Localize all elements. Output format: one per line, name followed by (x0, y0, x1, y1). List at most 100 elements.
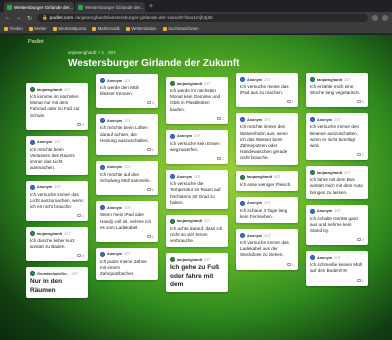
post-card[interactable]: tanjaenghardt 20T Ich dusche lieber kurz a… (26, 227, 88, 262)
post-time: 20T (194, 174, 201, 179)
user-avatar-icon (30, 87, 35, 92)
url-host: padlet.com (49, 15, 74, 21)
post-time: 20T (204, 81, 211, 86)
post-card[interactable]: Anonym 20T Wenn mein iPad oder Handy voll … (96, 201, 158, 242)
bookmark-icon (4, 26, 8, 31)
post-comments[interactable]: 1 (100, 147, 154, 152)
post-card[interactable]: Anonym 20T Ich schalte Geräte ganz aus und… (306, 204, 368, 246)
post-card[interactable]: Anonym 20T Ich möchte auf den Schulweg Mül… (96, 160, 158, 196)
back-icon[interactable]: ← (4, 15, 11, 21)
post-header: Anonym 20T (240, 117, 294, 123)
post-column-3: tanjaenghardt 20T Ich werde im nächsten Mo… (166, 77, 228, 292)
new-tab-icon[interactable]: + (149, 2, 153, 12)
bookmark-item[interactable]: Wetterstation (125, 26, 157, 31)
board-title: Westersburger Girlande der Zukunft (68, 58, 240, 69)
post-header: Anonym 20T (30, 139, 84, 145)
bookmark-item[interactable]: Suchmaschinen (162, 26, 199, 31)
post-card[interactable]: Anonym 20T Ich möchte beim Lüften darauf a… (96, 114, 158, 155)
post-card[interactable]: Anonym 20T Ich möchte immer den Wasserhahn… (236, 113, 298, 165)
post-header: tanjaenghardt 20T (240, 174, 294, 180)
post-comments[interactable]: 4 (100, 100, 154, 105)
comment-icon (76, 122, 81, 126)
post-card[interactable]: tanjaenghardt 20T Ich erzähle mich eine Wo… (306, 73, 368, 108)
post-card[interactable]: Anonym 20T Ich versuche kein Essen wegzuwe… (166, 129, 228, 165)
anonymous-avatar-icon (170, 133, 175, 139)
bookmark-item[interactable]: Wetter (28, 26, 47, 31)
post-text: Ich komme im nächsten Monat nur mit dem … (30, 94, 80, 118)
post-time: 20T (54, 185, 61, 189)
anonymous-avatar-icon (170, 174, 175, 180)
post-card[interactable]: Anonym 20T Ich versuche die Temperatur im … (166, 170, 228, 209)
comment-icon (146, 188, 151, 192)
post-comments[interactable]: 4 (30, 122, 84, 127)
post-author: Anonym (107, 118, 123, 123)
post-time: 20T (64, 231, 71, 236)
post-card[interactable]: Anonym 20T Ich schmeiße keinen Müll auf de… (306, 251, 368, 286)
comment-icon (286, 100, 291, 104)
post-text: Ich versuche die Temperatur im Raum auf … (170, 181, 221, 205)
post-card[interactable]: Anonym 20T Ich versuche immer das Ladekabe… (236, 229, 298, 270)
post-card[interactable]: Anonym 20T Ich versuche immer das Licht au… (26, 180, 88, 222)
post-card[interactable]: Anonym 20T Ich werde den Müll blesser tren… (96, 74, 158, 109)
post-comments[interactable]: 1 (100, 187, 154, 192)
post-card[interactable]: Anonym 20T Ich putze meine Zähne mit einem… (96, 247, 158, 281)
extension-icon[interactable] (372, 15, 378, 21)
post-author: Anonym (107, 252, 123, 257)
post-card[interactable]: tanjaenghardt 20T Ich gehe zu Fuß oder fah… (166, 253, 228, 292)
post-comments[interactable]: 1 (240, 262, 294, 267)
address-bar-row: ← → ↻ 🔒 padlet.com/anjasenghardt/westers… (0, 12, 392, 24)
post-author: Anonym (177, 174, 193, 179)
post-card[interactable]: tanjaenghardt 20T Ich werde im nächsten Mo… (166, 77, 228, 124)
padlet-brand[interactable]: Padlet (28, 39, 44, 45)
post-card[interactable]: tanjaenghardt 20T Ich esse weniger Fleisch… (236, 170, 298, 191)
post-comments[interactable]: 1 (310, 99, 364, 104)
post-comments[interactable]: 1 (310, 278, 364, 283)
post-comments[interactable]: 1 (310, 152, 364, 157)
post-time: 20T (124, 205, 131, 210)
post-header: Anonym 20T (240, 77, 294, 82)
post-text: Ich schmeiße keinen Müll auf den Boden!!… (310, 262, 362, 274)
post-comments[interactable]: 1 (240, 99, 294, 104)
post-card[interactable]: Anonym 20T Ich möchte beim Verlassen des R… (26, 135, 88, 175)
user-avatar-icon (170, 218, 175, 224)
comment-count: 4 (81, 121, 84, 127)
post-comments[interactable]: 1 (30, 213, 84, 218)
post-comments[interactable]: 1 (100, 234, 154, 239)
post-card[interactable]: Anonym 20T Ich versuche meine das iPad aus… (236, 73, 298, 108)
post-time: 20T (124, 252, 131, 257)
post-header: Anonym 20T (310, 255, 364, 261)
post-time: 20T (204, 219, 211, 224)
user-avatar-icon (310, 170, 315, 176)
browser-tab-2[interactable]: Westersburger Girlande der... × (75, 2, 145, 12)
comment-count: 4 (81, 253, 84, 259)
post-card[interactable]: Anonym 20T Ich schaue 3 Tage lang kein Fer… (236, 196, 298, 224)
post-header: Anonym 20T (310, 117, 364, 123)
tab-title: Westersburger Girlande der... (14, 4, 73, 10)
comment-count: 1 (81, 213, 84, 219)
forward-icon[interactable]: → (15, 15, 22, 21)
post-time: 20T (274, 175, 281, 179)
bookmark-item[interactable]: Finden (4, 26, 23, 31)
post-comments[interactable]: 2 (310, 237, 364, 242)
post-text: Ich möchte auf den Schulweg Müll sammeln… (100, 171, 151, 184)
post-comments[interactable]: 1 (170, 116, 224, 121)
post-author: Anonym (107, 205, 123, 210)
post-author: tanjaenghardt (177, 257, 203, 262)
post-card[interactable]: Grundschule/Ke... 20T Nur in den Räumen (26, 267, 88, 298)
post-card[interactable]: tanjaenghardt 20T Ich achte darauf, dass i… (166, 214, 228, 248)
post-card[interactable]: tanjaenghardt 20T Ich komme im nächsten Mo… (26, 83, 88, 130)
url-field[interactable]: 🔒 padlet.com/anjasenghardt/westersburger… (37, 14, 368, 22)
profile-avatar-icon[interactable] (382, 15, 388, 21)
post-time: 20T (124, 78, 131, 83)
post-time: 20T (264, 77, 271, 82)
bookmark-item[interactable]: Werkstattporta (52, 26, 86, 31)
bookmark-item[interactable]: Mathematik (92, 26, 120, 31)
comment-icon (76, 214, 81, 218)
post-comments[interactable]: 1 (170, 156, 224, 161)
post-comments[interactable]: 4 (30, 253, 84, 258)
post-card[interactable]: tanjaenghardt 20T Ich fahre mit dem Bus an… (306, 166, 368, 199)
reload-icon[interactable]: ↻ (26, 15, 33, 22)
tab-title: Westersburger Girlande der... (85, 4, 144, 10)
browser-tab-1[interactable]: Westersburger Girlande der... × (4, 2, 74, 12)
post-card[interactable]: Anonym 20T Ich versuche immer den Beamer a… (306, 113, 368, 161)
